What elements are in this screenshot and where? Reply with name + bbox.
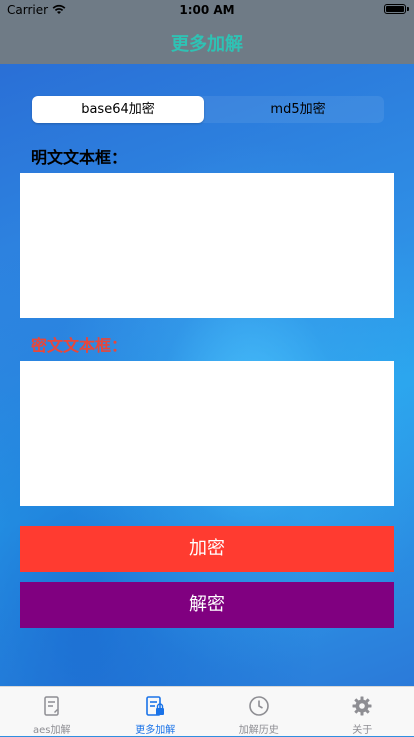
tab-aes[interactable]: aes加解 xyxy=(0,687,104,737)
segment-md5[interactable]: md5加密 xyxy=(212,96,384,123)
tab-history[interactable]: 加解历史 xyxy=(207,687,311,737)
plaintext-label: 明文文本框： xyxy=(31,144,127,168)
battery-icon xyxy=(384,4,406,14)
segment-base64[interactable]: base64加密 xyxy=(32,96,204,123)
ciphertext-label: 密文文本框： xyxy=(31,332,127,356)
document-pen-icon xyxy=(41,695,63,717)
encrypt-button[interactable]: 加密 xyxy=(20,526,394,572)
tab-more-label: 更多加解 xyxy=(104,721,208,736)
gear-icon xyxy=(351,695,373,717)
nav-title: 更多加解 xyxy=(0,30,414,56)
tab-history-label: 加解历史 xyxy=(207,721,311,736)
status-bar: Carrier 1:00 AM xyxy=(0,0,414,20)
tab-bar: aes加解 更多加解 加解历史 xyxy=(0,686,414,736)
status-time: 1:00 AM xyxy=(0,3,414,17)
tab-about[interactable]: 关于 xyxy=(311,687,414,737)
tab-aes-label: aes加解 xyxy=(0,721,104,736)
ciphertext-textarea[interactable] xyxy=(20,361,394,506)
document-lock-icon xyxy=(144,695,166,717)
decrypt-button[interactable]: 解密 xyxy=(20,582,394,628)
encryption-type-segmented-control: base64加密 md5加密 xyxy=(32,96,384,123)
clock-icon xyxy=(248,695,270,717)
top-bar: Carrier 1:00 AM 更多加解 xyxy=(0,0,414,64)
main-content: base64加密 md5加密 明文文本框： 密文文本框： 加密 解密 xyxy=(0,64,414,686)
tab-about-label: 关于 xyxy=(311,721,414,736)
tab-more[interactable]: 更多加解 xyxy=(104,687,208,737)
plaintext-textarea[interactable] xyxy=(20,173,394,318)
